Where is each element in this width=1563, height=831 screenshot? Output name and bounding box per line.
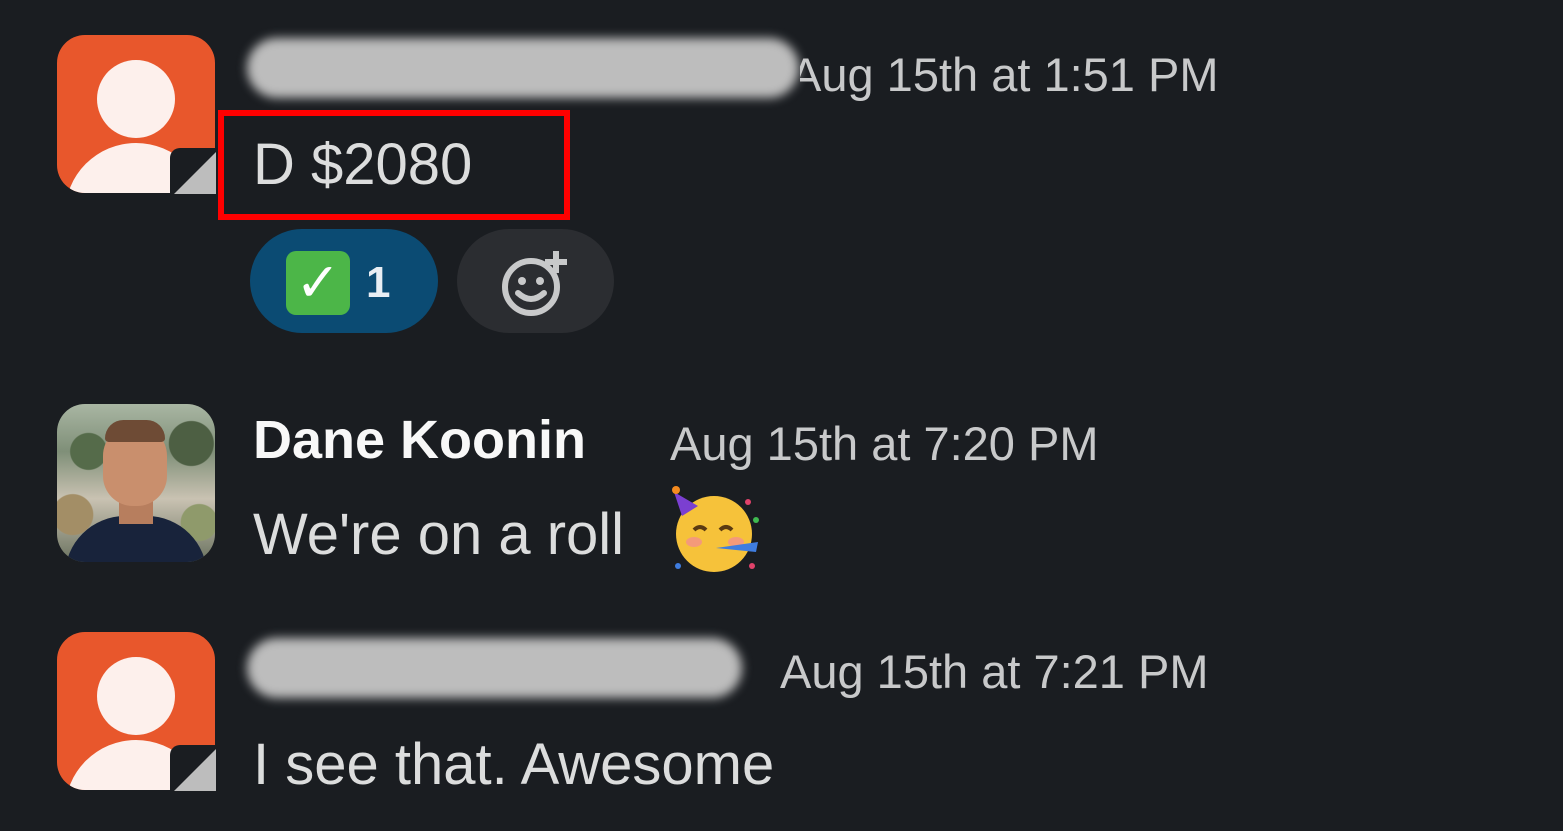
message-timestamp[interactable]: Aug 15th at 7:21 PM <box>780 642 1209 702</box>
message-text: We're on a roll <box>253 502 625 567</box>
profile-photo[interactable] <box>57 404 215 562</box>
message-list: Aug 15th at 1:51 PM D $2080 ✓ 1 Dane Koo… <box>0 0 1563 831</box>
author-name[interactable]: Dane Koonin <box>253 410 586 470</box>
reaction-count: 1 <box>366 258 391 307</box>
author-name-redacted[interactable] <box>247 38 799 98</box>
highlight-annotation <box>218 110 570 220</box>
presence-away-icon <box>170 148 216 194</box>
add-reaction-button[interactable] <box>457 229 614 333</box>
message-text: I see that. Awesome <box>253 732 775 797</box>
message-timestamp[interactable]: Aug 15th at 1:51 PM <box>800 45 1219 105</box>
check-mark-icon: ✓ <box>286 251 350 315</box>
author-name-redacted[interactable] <box>247 638 742 698</box>
add-emoji-icon <box>502 251 567 316</box>
reaction-check-button[interactable]: ✓ 1 <box>250 229 438 333</box>
presence-away-icon <box>170 745 216 791</box>
partying-face-emoji <box>672 486 759 572</box>
message-timestamp[interactable]: Aug 15th at 7:20 PM <box>670 414 1099 474</box>
